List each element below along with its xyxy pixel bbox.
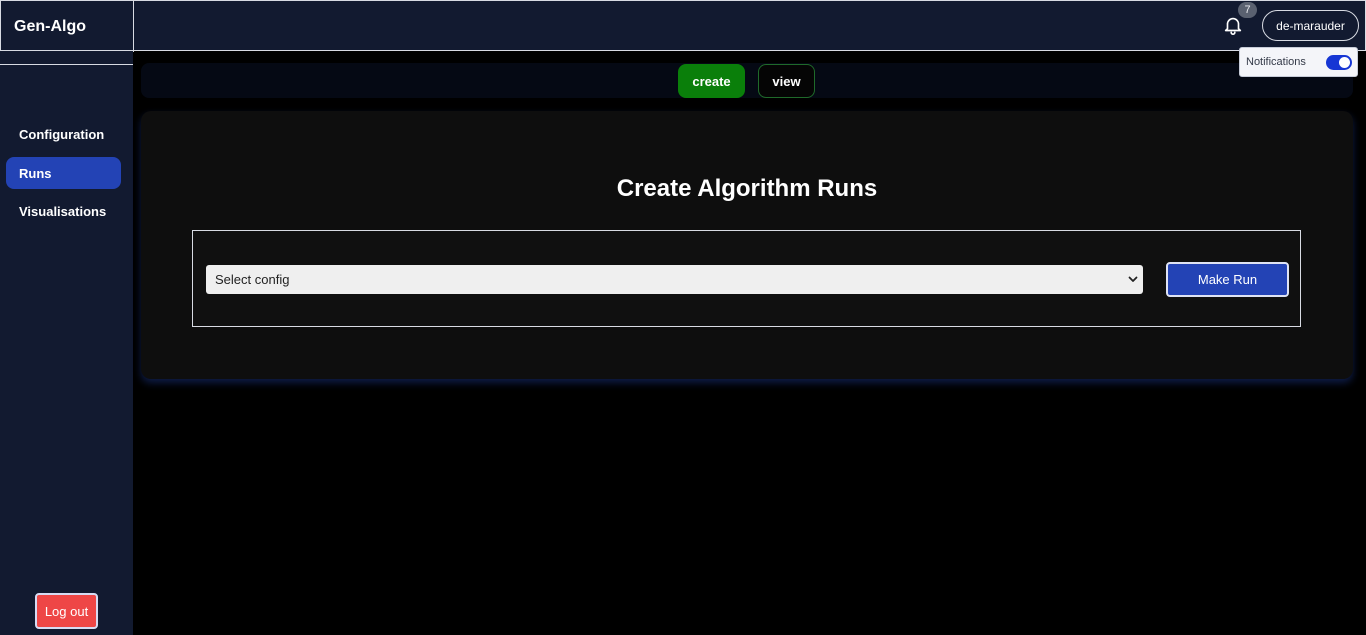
chevron-down-icon — [1128, 276, 1138, 282]
sidebar-divider — [0, 64, 133, 65]
user-menu-button[interactable]: de-marauder — [1262, 10, 1359, 41]
sidebar: Configuration Runs Visualisations — [0, 51, 133, 635]
sidebar-item-configuration[interactable]: Configuration — [6, 118, 121, 150]
config-select-value: Select config — [215, 272, 290, 287]
tab-bar — [141, 63, 1353, 98]
run-form: Select config Make Run — [192, 230, 1301, 327]
notifications-label: Notifications — [1246, 56, 1306, 68]
create-runs-card: Create Algorithm Runs Select config Make… — [141, 111, 1353, 379]
tab-view[interactable]: view — [758, 64, 815, 98]
brand-logo[interactable]: Gen-Algo — [1, 1, 134, 52]
make-run-button[interactable]: Make Run — [1166, 262, 1289, 297]
notification-count-badge: 7 — [1238, 2, 1257, 18]
notifications-toggle[interactable] — [1326, 55, 1352, 70]
bell-icon[interactable] — [1222, 14, 1244, 36]
logout-button[interactable]: Log out — [35, 593, 98, 629]
top-header: Gen-Algo — [0, 0, 1366, 52]
sidebar-item-runs[interactable]: Runs — [6, 157, 121, 189]
notifications-popover: Notifications — [1239, 47, 1358, 77]
page-title: Create Algorithm Runs — [616, 175, 878, 202]
tab-create[interactable]: create — [678, 64, 745, 98]
config-select[interactable]: Select config — [206, 265, 1143, 294]
toggle-knob — [1339, 57, 1350, 68]
sidebar-item-visualisations[interactable]: Visualisations — [6, 195, 121, 227]
